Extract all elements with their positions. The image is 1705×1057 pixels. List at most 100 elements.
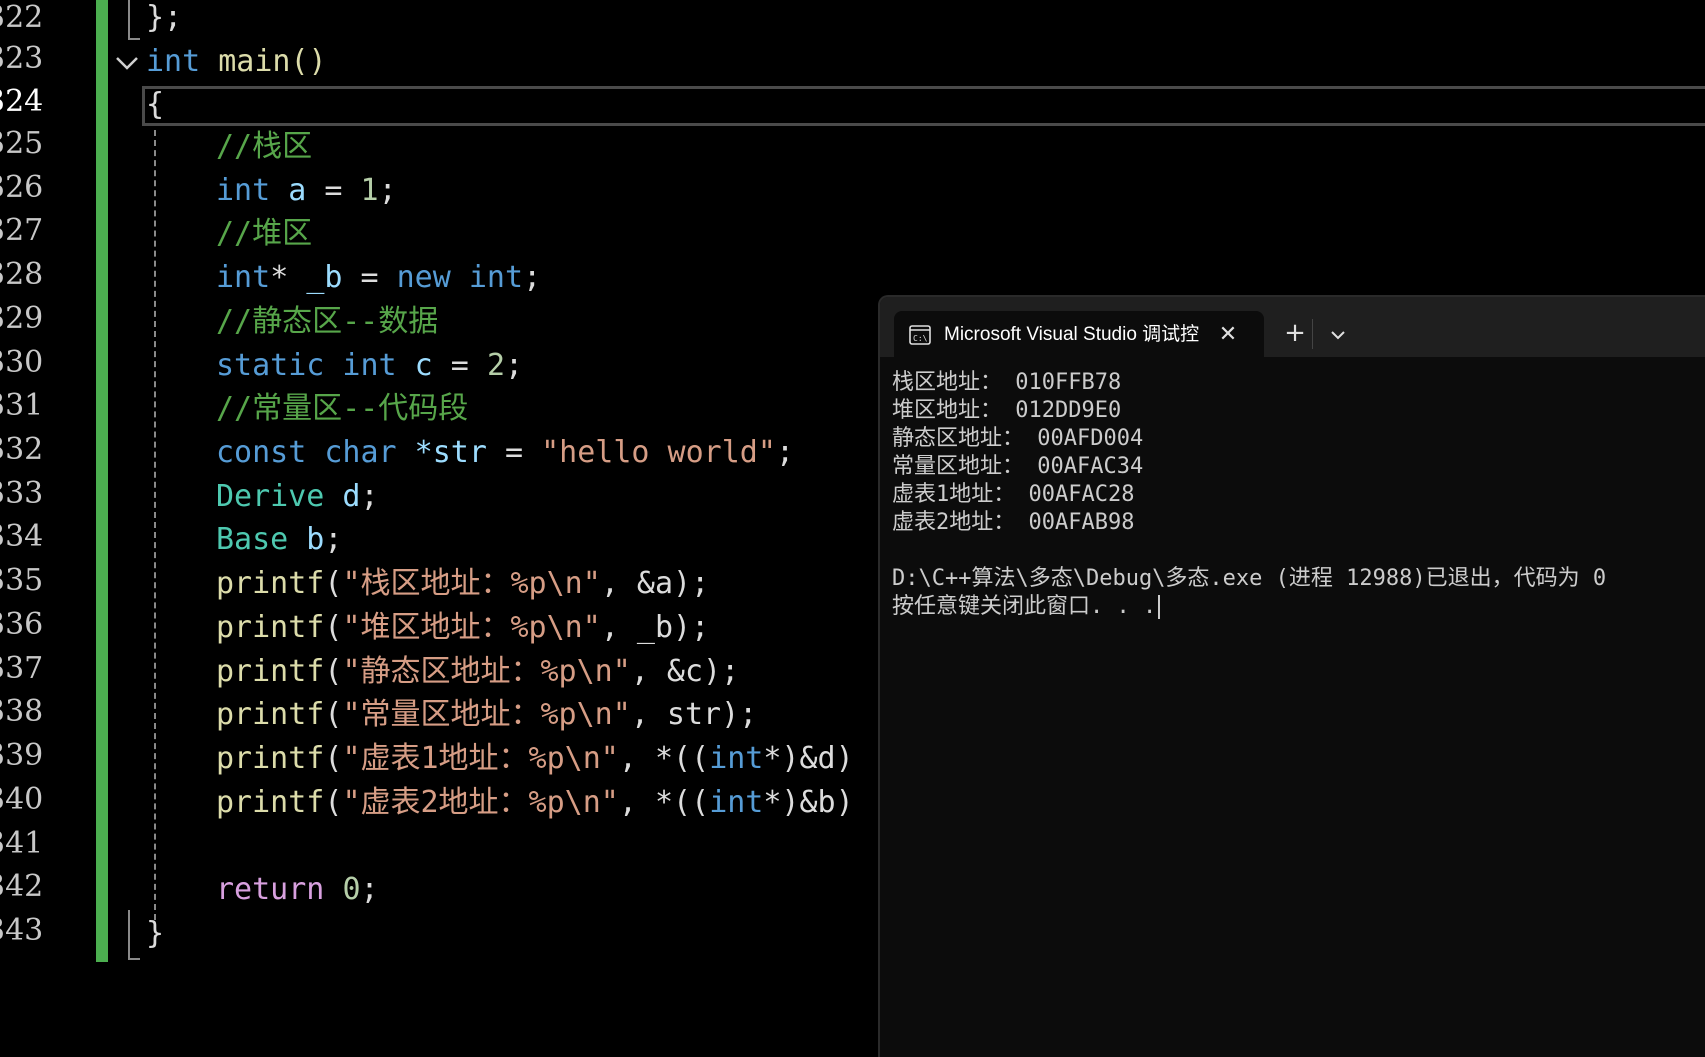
punctuation-token: ; xyxy=(523,260,542,295)
variable-token: _b xyxy=(306,260,343,295)
code-line: { xyxy=(146,83,164,127)
code-token: , str); xyxy=(630,697,758,732)
type-token: Base xyxy=(216,522,289,557)
function-token: printf xyxy=(216,697,325,732)
line-number: 342 xyxy=(0,869,44,904)
operator-token: = xyxy=(306,173,361,208)
keyword-token: new xyxy=(396,260,451,295)
console-output-line: 虚表1地址： 00AFAC28 xyxy=(892,482,1135,507)
variable-token: a xyxy=(270,173,307,208)
line-number-active: 324 xyxy=(0,84,44,119)
console-tab[interactable]: C:\ Microsoft Visual Studio 调试控 ✕ xyxy=(894,311,1264,359)
code-line: //常量区--代码段 xyxy=(216,387,468,431)
code-token: , &a); xyxy=(600,566,710,601)
close-tab-button[interactable]: ✕ xyxy=(1212,319,1244,351)
console-titlebar[interactable]: C:\ Microsoft Visual Studio 调试控 ✕ + xyxy=(880,297,1705,359)
code-token: , *(( xyxy=(618,741,710,776)
code-line: static int c = 2; xyxy=(216,344,523,388)
code-token: { xyxy=(146,87,165,122)
string-token: "静态区地址：%p\n" xyxy=(342,654,631,689)
console-output[interactable]: 栈区地址： 010FFB78 堆区地址： 012DD9E0 静态区地址： 00A… xyxy=(892,369,1606,621)
comment-token: //堆区 xyxy=(216,216,313,251)
function-token: main() xyxy=(200,44,327,79)
line-number: 325 xyxy=(0,126,44,161)
punctuation-token: ( xyxy=(324,741,343,776)
chevron-down-icon[interactable] xyxy=(1320,317,1356,353)
line-number: 326 xyxy=(0,170,44,205)
code-line: }; xyxy=(146,0,182,40)
punctuation-token: ; xyxy=(505,348,524,383)
number-token: 0 xyxy=(342,872,361,907)
code-line: return 0; xyxy=(216,868,379,912)
code-line: printf("栈区地址：%p\n", &a); xyxy=(216,562,709,606)
console-output-line: 堆区地址： 012DD9E0 xyxy=(892,398,1122,423)
code-line: //堆区 xyxy=(216,212,312,256)
text-cursor xyxy=(1158,595,1161,619)
code-token: *)&b) xyxy=(763,785,854,820)
line-number: 340 xyxy=(0,782,44,817)
number-token: 1 xyxy=(360,173,379,208)
string-token: "常量区地址：%p\n" xyxy=(342,697,631,732)
punctuation-token: ( xyxy=(324,785,343,820)
console-output-line: D:\C++算法\多态\Debug\多态.exe (进程 12988)已退出，代… xyxy=(892,566,1607,591)
line-number: 334 xyxy=(0,519,44,554)
keyword-token: int xyxy=(216,260,271,295)
change-tracking-bar xyxy=(96,0,108,962)
console-output-line: 静态区地址： 00AFD004 xyxy=(892,426,1144,451)
operator-token: = xyxy=(432,348,487,383)
comment-token: //静态区--数据 xyxy=(216,304,439,339)
collapse-chevron-icon[interactable] xyxy=(114,50,140,76)
code-line: printf("堆区地址：%p\n", _b); xyxy=(216,606,709,650)
variable-token: d xyxy=(324,479,361,514)
code-line: printf("虚表1地址：%p\n", *((int*)&d) xyxy=(216,737,854,781)
string-token: "堆区地址：%p\n" xyxy=(342,610,601,645)
line-number: 333 xyxy=(0,476,44,511)
punctuation-token: ; xyxy=(324,522,343,557)
function-token: printf xyxy=(216,610,325,645)
punctuation-token: ; xyxy=(378,173,397,208)
code-line: int* _b = new int; xyxy=(216,256,541,300)
line-number: 332 xyxy=(0,432,44,467)
keyword-token: int xyxy=(146,44,201,79)
number-token: 2 xyxy=(486,348,505,383)
scope-guide-foot xyxy=(128,958,140,960)
console-prompt-text: 按任意键关闭此窗口. . . xyxy=(892,594,1157,619)
string-token: "虚表2地址：%p\n" xyxy=(342,785,619,820)
operator-token: = xyxy=(342,260,397,295)
type-token: Derive xyxy=(216,479,325,514)
code-line: //栈区 xyxy=(216,125,312,169)
scope-guide xyxy=(128,910,130,960)
indent-guide xyxy=(154,130,156,920)
punctuation-token: ( xyxy=(324,654,343,689)
current-line-highlight xyxy=(142,86,1705,126)
line-number: 337 xyxy=(0,651,44,686)
line-number: 338 xyxy=(0,694,44,729)
code-line: int a = 1; xyxy=(216,169,397,213)
terminal-icon: C:\ xyxy=(909,325,931,345)
console-prompt-line: 按任意键关闭此窗口. . . xyxy=(892,593,1606,621)
line-number: 329 xyxy=(0,301,44,336)
new-tab-button[interactable]: + xyxy=(1275,315,1315,351)
string-token: "虚表1地址：%p\n" xyxy=(342,741,619,776)
console-tab-title: Microsoft Visual Studio 调试控 xyxy=(944,324,1200,345)
scope-guide xyxy=(128,0,131,40)
punctuation-token: ; xyxy=(360,479,379,514)
line-number: 327 xyxy=(0,213,44,248)
console-output-line: 虚表2地址： 00AFAB98 xyxy=(892,510,1135,535)
line-number: 339 xyxy=(0,738,44,773)
punctuation-token: ; xyxy=(775,435,794,470)
variable-token: *str xyxy=(396,435,487,470)
line-number: 335 xyxy=(0,563,44,598)
debug-console-window[interactable]: C:\ Microsoft Visual Studio 调试控 ✕ + 栈区地址… xyxy=(878,295,1705,1057)
code-line: Derive d; xyxy=(216,475,379,519)
variable-token: b xyxy=(288,522,325,557)
code-token: , &c); xyxy=(630,654,740,689)
line-number: 341 xyxy=(0,826,44,861)
line-number: 322 xyxy=(0,0,44,35)
keyword-token: int xyxy=(709,785,764,820)
code-token: *)&d) xyxy=(763,741,854,776)
keyword-token: return xyxy=(216,872,325,907)
